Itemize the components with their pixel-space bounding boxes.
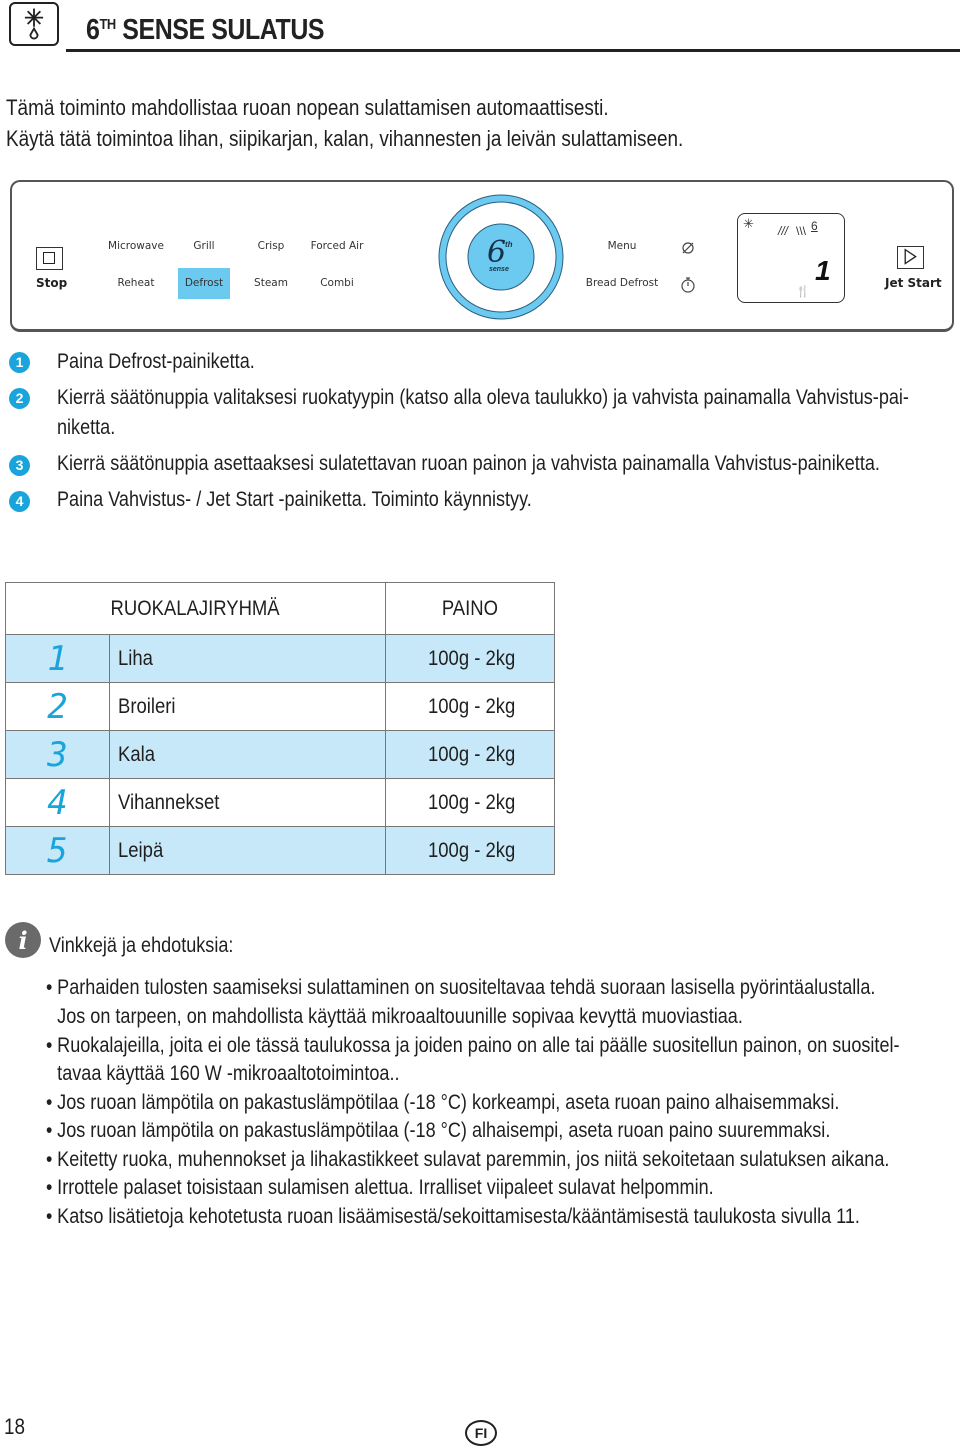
tip-line: Jos on tarpeen, on mahdollista käyttää m… [57, 1005, 743, 1028]
reheat-button[interactable]: Reheat [110, 277, 162, 289]
table-header-row: RUOKALAJIRYHMÄ PAINO [5, 582, 555, 635]
knob-logo-th: th [505, 240, 513, 249]
food-group-table: RUOKALAJIRYHMÄ PAINO 1 Liha 100g - 2kg 2… [5, 582, 555, 875]
menu-button[interactable]: Menu [600, 240, 644, 252]
no-turntable-icon[interactable] [680, 240, 696, 256]
combi-button[interactable]: Combi [312, 277, 362, 289]
tip-line: • Keitetty ruoka, muhennokset ja lihakast… [46, 1148, 890, 1171]
table-row: 5 Leipä 100g - 2kg [5, 826, 555, 875]
tip-line: • Jos ruoan lämpötila on pakastuslämpötil… [46, 1119, 831, 1142]
tip-line: tavaa käyttää 160 W -mikroaaltotoimintoa… [57, 1062, 400, 1085]
food-weight: 100g - 2kg [385, 682, 555, 731]
step-text-2: Kierrä säätönuppia valitaksesi ruokatyyp… [57, 386, 909, 409]
page-title: 6TH SENSE SULATUS [86, 14, 325, 46]
microwave-button[interactable]: Microwave [104, 240, 168, 252]
stop-button[interactable] [36, 247, 63, 270]
defrost-indicator-icon: ✳ [743, 216, 754, 231]
title-divider [66, 49, 960, 52]
page-number: 18 [4, 1414, 26, 1439]
stop-icon [43, 252, 55, 264]
step-number-3: 3 [9, 455, 30, 476]
table-row: 3 Kala 100g - 2kg [5, 730, 555, 779]
tip-line: • Katso lisätietoja kehotetusta ruoan lis… [46, 1205, 860, 1228]
step-number-4: 4 [9, 491, 30, 512]
steam-indicator-icon: \\\ [796, 224, 807, 238]
svg-text:i: i [18, 926, 27, 955]
jet-start-label: Jet Start [885, 276, 942, 290]
jet-start-button[interactable] [897, 246, 924, 269]
food-name: Vihannekset [109, 778, 386, 827]
defrost-icon [9, 2, 59, 46]
knob-logo-sense: sense [489, 266, 509, 273]
header-food-group: RUOKALAJIRYHMÄ [5, 582, 386, 635]
tip-line: • Irrottele palaset toisistaan sulamisen … [46, 1176, 714, 1199]
steam-button[interactable]: Steam [250, 277, 292, 289]
food-name: Broileri [109, 682, 386, 731]
food-name: Leipä [109, 826, 386, 875]
food-indicator-icon: 🍴 [796, 286, 810, 298]
food-code: 5 [5, 826, 110, 875]
step-text-2-cont: niketta. [57, 416, 116, 439]
tip-line: • Ruokalajeilla, joita ei ole tässä taulu… [46, 1034, 900, 1057]
bread-defrost-button[interactable]: Bread Defrost [584, 277, 660, 289]
stop-label: Stop [36, 276, 68, 290]
table-row: 4 Vihannekset 100g - 2kg [5, 778, 555, 827]
intro-line-1: Tämä toiminto mahdollistaa ruoan nopean … [6, 95, 609, 120]
crisp-button[interactable]: Crisp [250, 240, 292, 252]
food-code: 2 [5, 682, 110, 731]
defrost-button[interactable]: Defrost [178, 268, 230, 299]
step-text-3: Kierrä säätönuppia asettaaksesi sulatett… [57, 452, 880, 475]
timer-icon[interactable] [680, 276, 696, 293]
food-code: 1 [5, 634, 110, 683]
sensor-indicator-icon: 6 [811, 219, 818, 233]
food-weight: 100g - 2kg [385, 778, 555, 827]
food-weight: 100g - 2kg [385, 730, 555, 779]
knob-logo-6: 6 [487, 235, 507, 270]
grill-indicator-icon: /// [778, 224, 789, 238]
step-text-1: Paina Defrost-painiketta. [57, 350, 255, 373]
table-row: 2 Broileri 100g - 2kg [5, 682, 555, 731]
tips-title: Vinkkejä ja ehdotuksia: [49, 934, 234, 957]
grill-button[interactable]: Grill [180, 240, 228, 252]
food-code: 3 [5, 730, 110, 779]
step-number-2: 2 [9, 388, 30, 409]
table-row: 1 Liha 100g - 2kg [5, 634, 555, 683]
step-number-1: 1 [9, 352, 30, 373]
tip-line: • Jos ruoan lämpötila on pakastuslämpötil… [46, 1091, 840, 1114]
food-name: Liha [109, 634, 386, 683]
food-weight: 100g - 2kg [385, 634, 555, 683]
food-weight: 100g - 2kg [385, 826, 555, 875]
food-code: 4 [5, 778, 110, 827]
header-weight: PAINO [385, 582, 555, 635]
language-badge: FI [465, 1420, 497, 1446]
forced-air-button[interactable]: Forced Air [306, 240, 368, 252]
tip-line: • Parhaiden tulosten saamiseksi sulattami… [46, 976, 876, 999]
info-icon: i [5, 922, 41, 958]
display-digit: 1 [815, 255, 831, 286]
food-name: Kala [109, 730, 386, 779]
step-text-4: Paina Vahvistus- / Jet Start -painiketta… [57, 488, 532, 511]
intro-line-2: Käytä tätä toimintoa lihan, siipikarjan,… [6, 126, 684, 151]
